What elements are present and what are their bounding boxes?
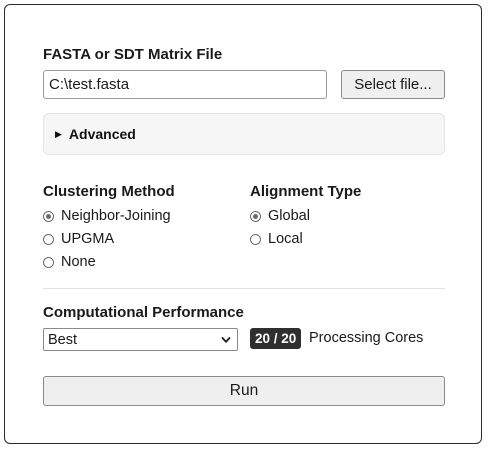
radio-button[interactable] — [43, 256, 54, 268]
radio-button[interactable] — [250, 233, 261, 245]
radio-button-checked[interactable] — [250, 210, 261, 222]
advanced-toggle[interactable]: ▶ Advanced — [43, 113, 445, 155]
radio-label: Neighbor-Joining — [61, 208, 171, 224]
performance-selected-value: Best — [48, 331, 78, 348]
advanced-label: Advanced — [68, 126, 136, 142]
radio-global[interactable]: Global — [250, 208, 310, 224]
computational-performance-label: Computational Performance — [43, 304, 244, 321]
radio-none[interactable]: None — [43, 254, 96, 270]
radio-button-checked[interactable] — [43, 210, 54, 222]
disclosure-triangle-icon: ▶ — [55, 128, 62, 139]
section-divider — [43, 288, 445, 289]
radio-neighbor-joining[interactable]: Neighbor-Joining — [43, 208, 171, 224]
radio-button[interactable] — [43, 233, 54, 245]
radio-label: None — [61, 254, 96, 270]
radio-label: UPGMA — [61, 231, 115, 247]
select-file-button[interactable]: Select file... — [341, 70, 445, 99]
radio-local[interactable]: Local — [250, 231, 303, 247]
run-button[interactable]: Run — [43, 376, 445, 406]
performance-select[interactable]: Best — [43, 328, 238, 351]
radio-upgma[interactable]: UPGMA — [43, 231, 114, 247]
file-section-label: FASTA or SDT Matrix File — [43, 46, 223, 63]
file-path-input[interactable] — [43, 70, 327, 99]
radio-label: Local — [268, 231, 303, 247]
cores-count-badge: 20 / 20 — [250, 328, 302, 349]
chevron-down-icon — [221, 336, 231, 343]
clustering-method-label: Clustering Method — [43, 183, 175, 200]
radio-label: Global — [268, 208, 310, 224]
processing-cores-label: Processing Cores — [309, 330, 424, 346]
alignment-type-label: Alignment Type — [250, 183, 362, 200]
